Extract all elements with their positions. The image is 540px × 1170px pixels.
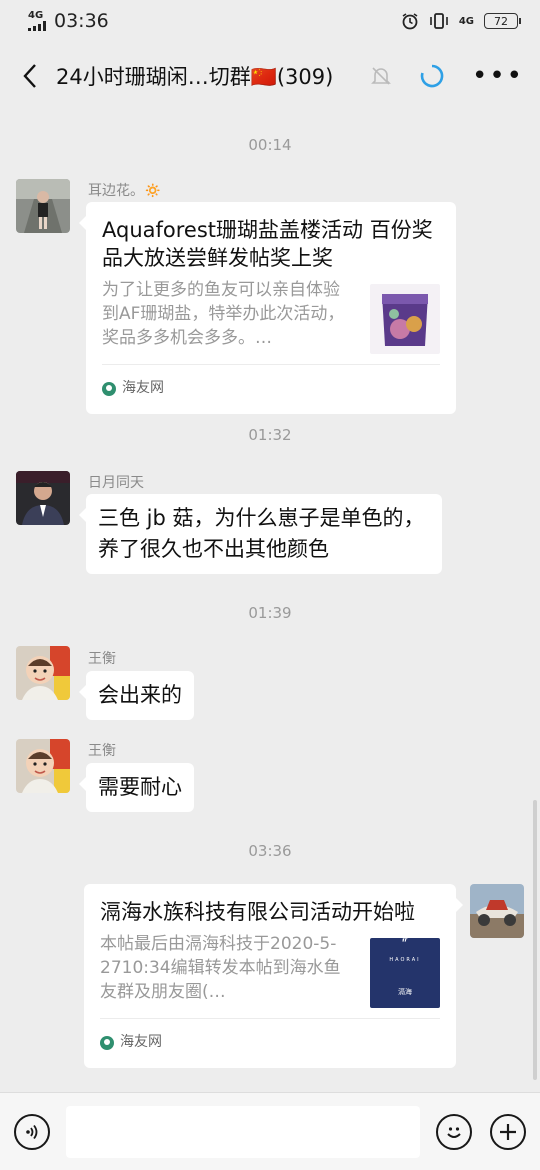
back-button[interactable] (16, 56, 44, 96)
vibrate-icon (430, 13, 448, 29)
avatar[interactable] (16, 179, 70, 233)
chat-title[interactable]: 24小时珊瑚闲…切群🇨🇳(309) (56, 61, 333, 91)
message-bubble[interactable]: 三色 jb 菇，为什么崽子是单色的，养了很久也不出其他颜色 (79, 494, 442, 574)
network-type-right: 4G (458, 15, 474, 27)
message-list[interactable]: 00:14 耳边花。🔅 Aquaforest珊瑚盐盖楼活动 百份奖品大放送尝鲜发… (0, 110, 540, 1092)
card-description: 本帖最后由滆海科技于2020-5-2710:34编辑转发本帖到海水鱼友群及朋友圈… (100, 934, 341, 1002)
timestamp: 01:39 (248, 604, 292, 622)
signal-indicator: 4G (28, 11, 46, 31)
logo-text: HAORAI (389, 957, 421, 963)
input-bar (0, 1092, 540, 1170)
company-logo-icon (402, 938, 408, 942)
logo-subtext: 滆海 (398, 988, 412, 996)
clock: 03:36 (54, 10, 109, 32)
card-title: Aquaforest珊瑚盐盖楼活动 百份奖品大放送尝鲜发帖奖上奖 (102, 218, 433, 270)
voice-button[interactable] (14, 1113, 50, 1150)
scrollbar[interactable] (533, 800, 537, 1080)
timestamp: 01:32 (248, 426, 292, 444)
my-avatar[interactable] (470, 884, 524, 938)
more-functions-button[interactable] (490, 1113, 526, 1150)
message-bubble[interactable]: 需要耐心 (79, 763, 194, 812)
chat-header: 24小时珊瑚闲…切群🇨🇳(309) ••• (0, 42, 540, 110)
battery-level: 72 (494, 14, 508, 28)
company-logo-thumbnail: HAORAI 滆海 (370, 938, 440, 1008)
source-logo-icon (100, 1035, 114, 1050)
smiley-icon (447, 1126, 461, 1138)
chevron-left-icon (23, 64, 36, 88)
emoji-button[interactable] (436, 1113, 472, 1150)
sender-name: 耳边花。🔅 (88, 183, 162, 199)
more-options-button[interactable]: ••• (472, 63, 524, 89)
card-source: 海友网 (120, 1034, 162, 1050)
status-bar: 4G 03:36 4G 72 (0, 0, 540, 42)
signal-bars-icon (28, 21, 46, 31)
card-description: 为了让更多的鱼友可以亲自体验到AF珊瑚盐，特举办此次活动，奖品多多机会多多。… (102, 280, 345, 348)
avatar[interactable] (16, 646, 70, 700)
timestamp: 00:14 (248, 136, 292, 154)
link-card[interactable]: Aquaforest珊瑚盐盖楼活动 百份奖品大放送尝鲜发帖奖上奖 为了让更多的鱼… (79, 202, 456, 414)
card-source: 海友网 (122, 380, 164, 396)
sender-name: 王衡 (88, 743, 116, 759)
product-bag-thumbnail (370, 284, 440, 354)
battery-icon: 72 (484, 13, 521, 29)
message-input[interactable] (66, 1105, 420, 1158)
timestamp: 03:36 (248, 842, 292, 860)
plus-icon (500, 1123, 516, 1140)
loading-icon (420, 64, 444, 88)
avatar[interactable] (16, 471, 70, 525)
avatar[interactable] (16, 739, 70, 793)
alarm-icon (402, 13, 418, 30)
network-type: 4G (28, 10, 44, 21)
mute-bell-icon[interactable] (370, 65, 392, 87)
voice-icon (26, 1124, 38, 1139)
link-card[interactable]: 滆海水族科技有限公司活动开始啦 本帖最后由滆海科技于2020-5-2710:34… (84, 884, 463, 1068)
source-logo-icon (102, 381, 116, 396)
card-title: 滆海水族科技有限公司活动开始啦 (100, 900, 415, 924)
sender-name: 王衡 (88, 651, 116, 667)
sender-name: 日月同天 (88, 475, 144, 491)
message-bubble[interactable]: 会出来的 (79, 671, 194, 720)
